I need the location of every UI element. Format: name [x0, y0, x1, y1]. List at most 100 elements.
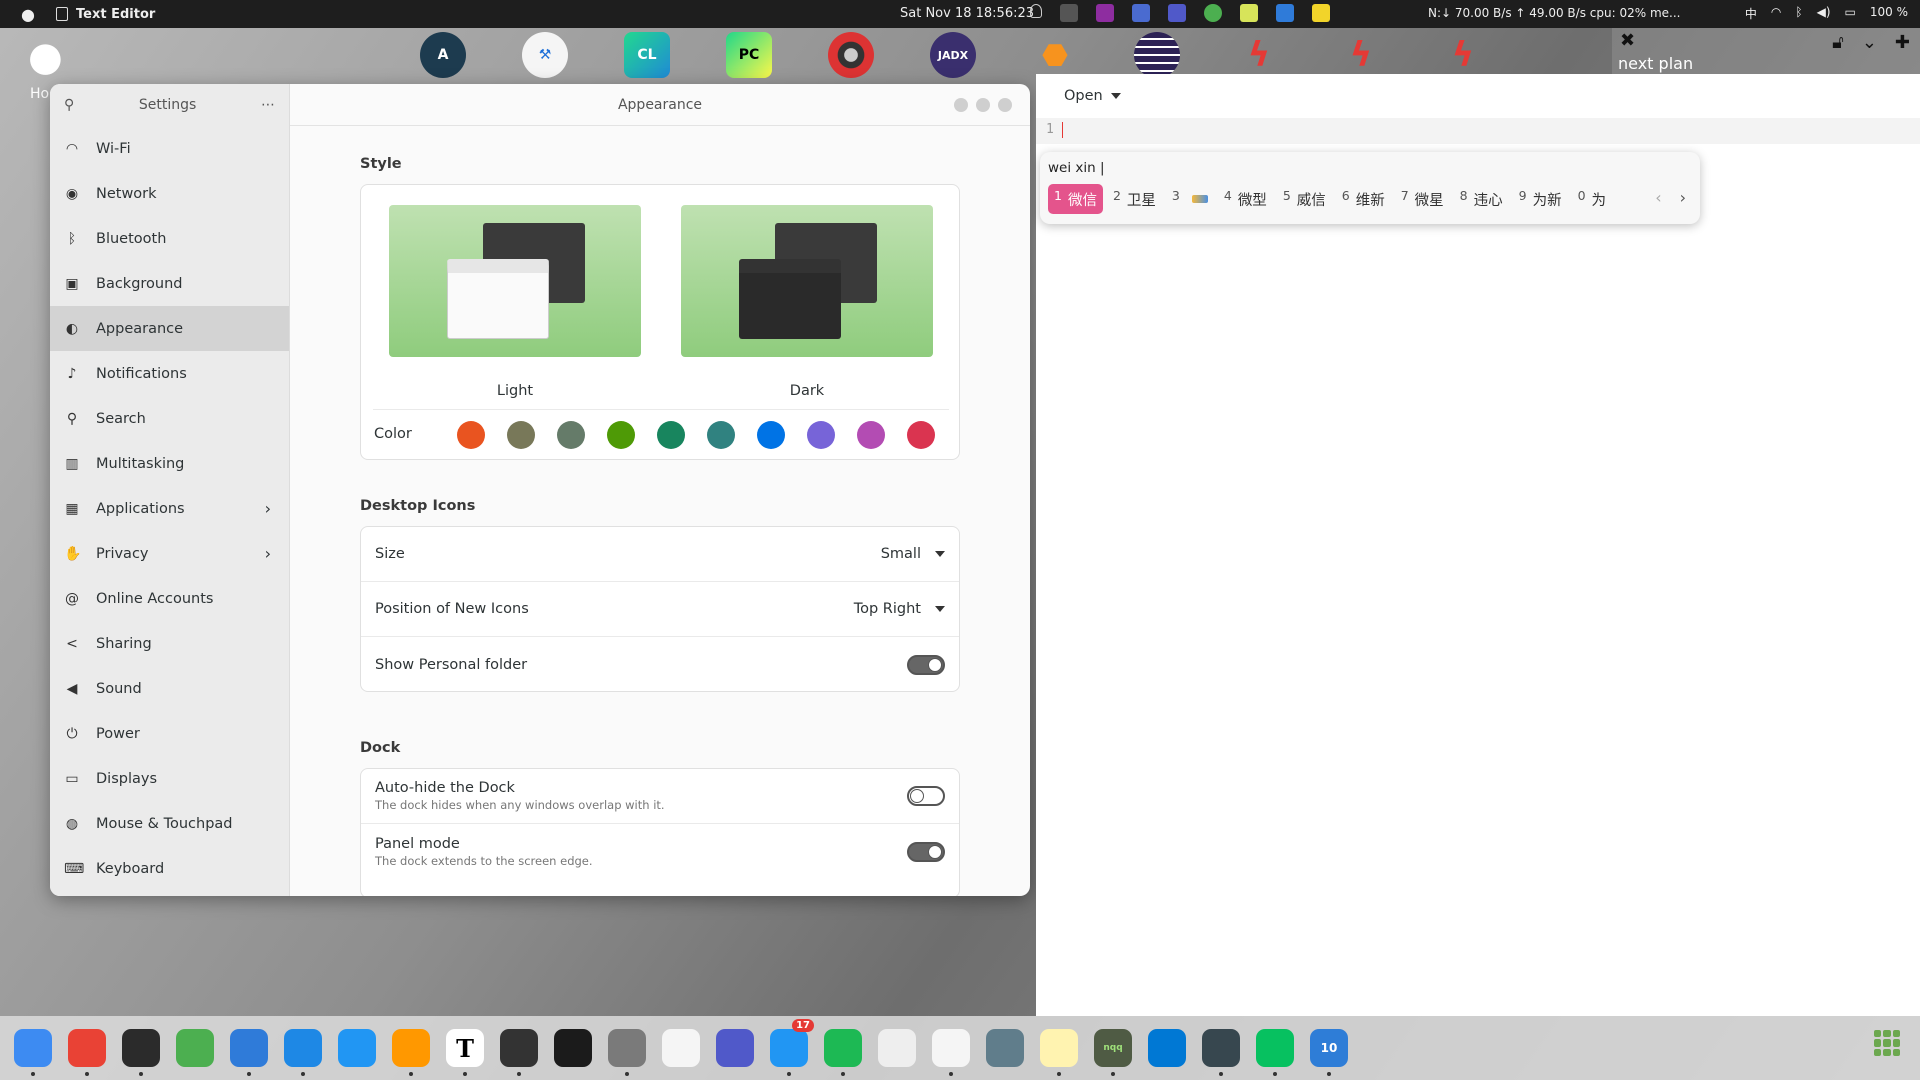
flash-icon[interactable]: ϟ — [1236, 32, 1282, 78]
sidebar-item-bluetooth[interactable]: ᛒ Bluetooth — [50, 216, 289, 261]
spotify-icon[interactable] — [824, 1029, 862, 1076]
nqq-icon[interactable]: nqq — [1094, 1029, 1132, 1076]
minimize-button[interactable] — [954, 98, 968, 112]
apple-logo-icon[interactable]: ● — [28, 36, 70, 78]
jadx-icon[interactable]: JADX — [930, 32, 976, 78]
wifi-icon[interactable]: ◠ — [1771, 5, 1781, 22]
pycharm-icon[interactable]: PC — [726, 32, 772, 78]
sidebar-item-sharing[interactable]: < Sharing — [50, 621, 289, 666]
ime-candidate[interactable]: 4 微型 — [1218, 184, 1273, 214]
sidebar-item-mouse-touchpad[interactable]: ◍ Mouse & Touchpad — [50, 801, 289, 846]
flash-icon[interactable]: ϟ — [1440, 32, 1486, 78]
close-button[interactable] — [998, 98, 1012, 112]
settings-gear-icon[interactable] — [338, 1029, 376, 1067]
input-method-indicator[interactable]: 中 — [1745, 5, 1757, 22]
flash-icon[interactable]: ϟ — [1338, 32, 1384, 78]
eclipse-icon[interactable] — [1134, 32, 1180, 78]
ime-candidate[interactable]: 8 违心 — [1454, 184, 1509, 214]
disk-utility-icon[interactable] — [500, 1029, 538, 1076]
clion-icon[interactable]: CL — [624, 32, 670, 78]
chevron-down-icon[interactable]: ⌄ — [1862, 32, 1877, 53]
sidebar-item-displays[interactable]: ▭ Displays — [50, 756, 289, 801]
app-tray-icon[interactable] — [1132, 4, 1150, 22]
textedit-icon[interactable] — [932, 1029, 970, 1076]
app-tray-icon[interactable] — [1096, 4, 1114, 22]
close-icon[interactable]: ✖ — [1620, 30, 1635, 51]
active-app-menu[interactable]: Text Editor — [56, 7, 155, 22]
sidebar-item-power[interactable]: ⏻ Power — [50, 711, 289, 756]
terminal-icon[interactable] — [122, 1029, 160, 1076]
search-icon[interactable]: ⚲ — [64, 97, 74, 113]
color-swatch[interactable] — [607, 421, 635, 449]
sidebar-item-notifications[interactable]: ♪ Notifications — [50, 351, 289, 396]
open-button[interactable]: Open — [1058, 84, 1127, 108]
typora-icon[interactable]: T — [446, 1029, 484, 1076]
dark-style-option[interactable] — [681, 205, 933, 357]
color-swatch[interactable] — [907, 421, 935, 449]
ime-candidate[interactable]: 5 威信 — [1277, 184, 1332, 214]
maximize-button[interactable] — [976, 98, 990, 112]
chevron-left-icon[interactable]: ‹ — [1655, 188, 1661, 207]
chrome-icon[interactable] — [68, 1029, 106, 1076]
android-studio-icon[interactable]: A — [420, 32, 466, 78]
sublime-icon[interactable] — [392, 1029, 430, 1076]
battery-icon[interactable]: ▭ — [1845, 5, 1856, 22]
monitor-icon[interactable] — [554, 1029, 592, 1067]
ime-candidate[interactable]: 0为 — [1572, 184, 1612, 214]
apple-menu-icon[interactable]: ● — [0, 5, 56, 24]
disk-utility-icon[interactable] — [828, 32, 874, 78]
xcode-icon[interactable]: ⚒ — [522, 32, 568, 78]
panel-mode-toggle[interactable] — [907, 841, 945, 862]
sidebar-item-wi-fi[interactable]: ◠ Wi-Fi — [50, 126, 289, 171]
autohide-toggle[interactable] — [907, 786, 945, 806]
color-swatch[interactable] — [707, 421, 735, 449]
ime-candidate[interactable]: 3 — [1166, 184, 1214, 214]
volume-icon[interactable]: ◀) — [1817, 5, 1831, 22]
color-swatch[interactable] — [557, 421, 585, 449]
sidebar-item-keyboard[interactable]: ⌨ Keyboard — [50, 846, 289, 891]
wechat-tray-icon[interactable] — [1204, 4, 1222, 22]
unlock-icon[interactable]: 🔓︎ — [1832, 32, 1844, 53]
position-dropdown[interactable]: Top Right — [854, 601, 945, 617]
color-swatch[interactable] — [807, 421, 835, 449]
current-line[interactable]: 1 — [1036, 118, 1920, 144]
sticky-tray-icon[interactable] — [1312, 4, 1330, 22]
sidebar-item-online-accounts[interactable]: @ Online Accounts — [50, 576, 289, 621]
teams-tray-icon[interactable] — [1168, 4, 1186, 22]
ime-candidate[interactable]: 7 微星 — [1395, 184, 1450, 214]
color-swatch[interactable] — [507, 421, 535, 449]
sidebar-item-network[interactable]: ◉ Network — [50, 171, 289, 216]
sidebar-item-appearance[interactable]: ◐ Appearance — [50, 306, 289, 351]
sidebar-item-applications[interactable]: ▦ Applications › — [50, 486, 289, 531]
mail-icon[interactable]: 17 — [770, 1019, 814, 1076]
sidebar-item-multitasking[interactable]: ▥ Multitasking — [50, 441, 289, 486]
music-icon[interactable] — [662, 1029, 700, 1067]
chevron-right-icon[interactable]: › — [1680, 188, 1686, 207]
ime-candidate[interactable]: 2 卫星 — [1107, 184, 1162, 214]
activity-icon[interactable] — [230, 1029, 268, 1076]
screenshot-icon[interactable] — [986, 1029, 1024, 1067]
plus-icon[interactable]: ✚ — [1895, 32, 1910, 53]
light-style-option[interactable] — [389, 205, 641, 357]
sidebar-item-search[interactable]: ⚲ Search — [50, 396, 289, 441]
system-prefs-icon[interactable] — [608, 1029, 646, 1076]
bell-icon[interactable] — [1030, 4, 1042, 18]
ime-candidate[interactable]: 6 维新 — [1336, 184, 1391, 214]
finder-icon[interactable] — [14, 1029, 52, 1076]
personal-folder-toggle[interactable] — [907, 654, 945, 675]
color-swatch[interactable] — [457, 421, 485, 449]
color-swatch[interactable] — [757, 421, 785, 449]
preview-icon[interactable] — [878, 1029, 916, 1067]
notes-icon[interactable] — [1040, 1029, 1078, 1076]
app-grid-icon[interactable] — [1874, 1030, 1900, 1056]
sidebar-item-privacy[interactable]: ✋ Privacy › — [50, 531, 289, 576]
ime-candidate[interactable]: 1 微信 — [1048, 184, 1103, 214]
notes-tray-icon[interactable] — [1240, 4, 1258, 22]
browser-icon[interactable] — [176, 1029, 214, 1067]
outlook-icon[interactable] — [1148, 1029, 1186, 1067]
pen-icon[interactable] — [1060, 4, 1078, 22]
teams-icon[interactable] — [716, 1029, 754, 1067]
ime-candidate[interactable]: 9 为新 — [1513, 184, 1568, 214]
win10-icon[interactable]: 10 — [1310, 1029, 1348, 1076]
app-store-icon[interactable] — [284, 1029, 322, 1076]
